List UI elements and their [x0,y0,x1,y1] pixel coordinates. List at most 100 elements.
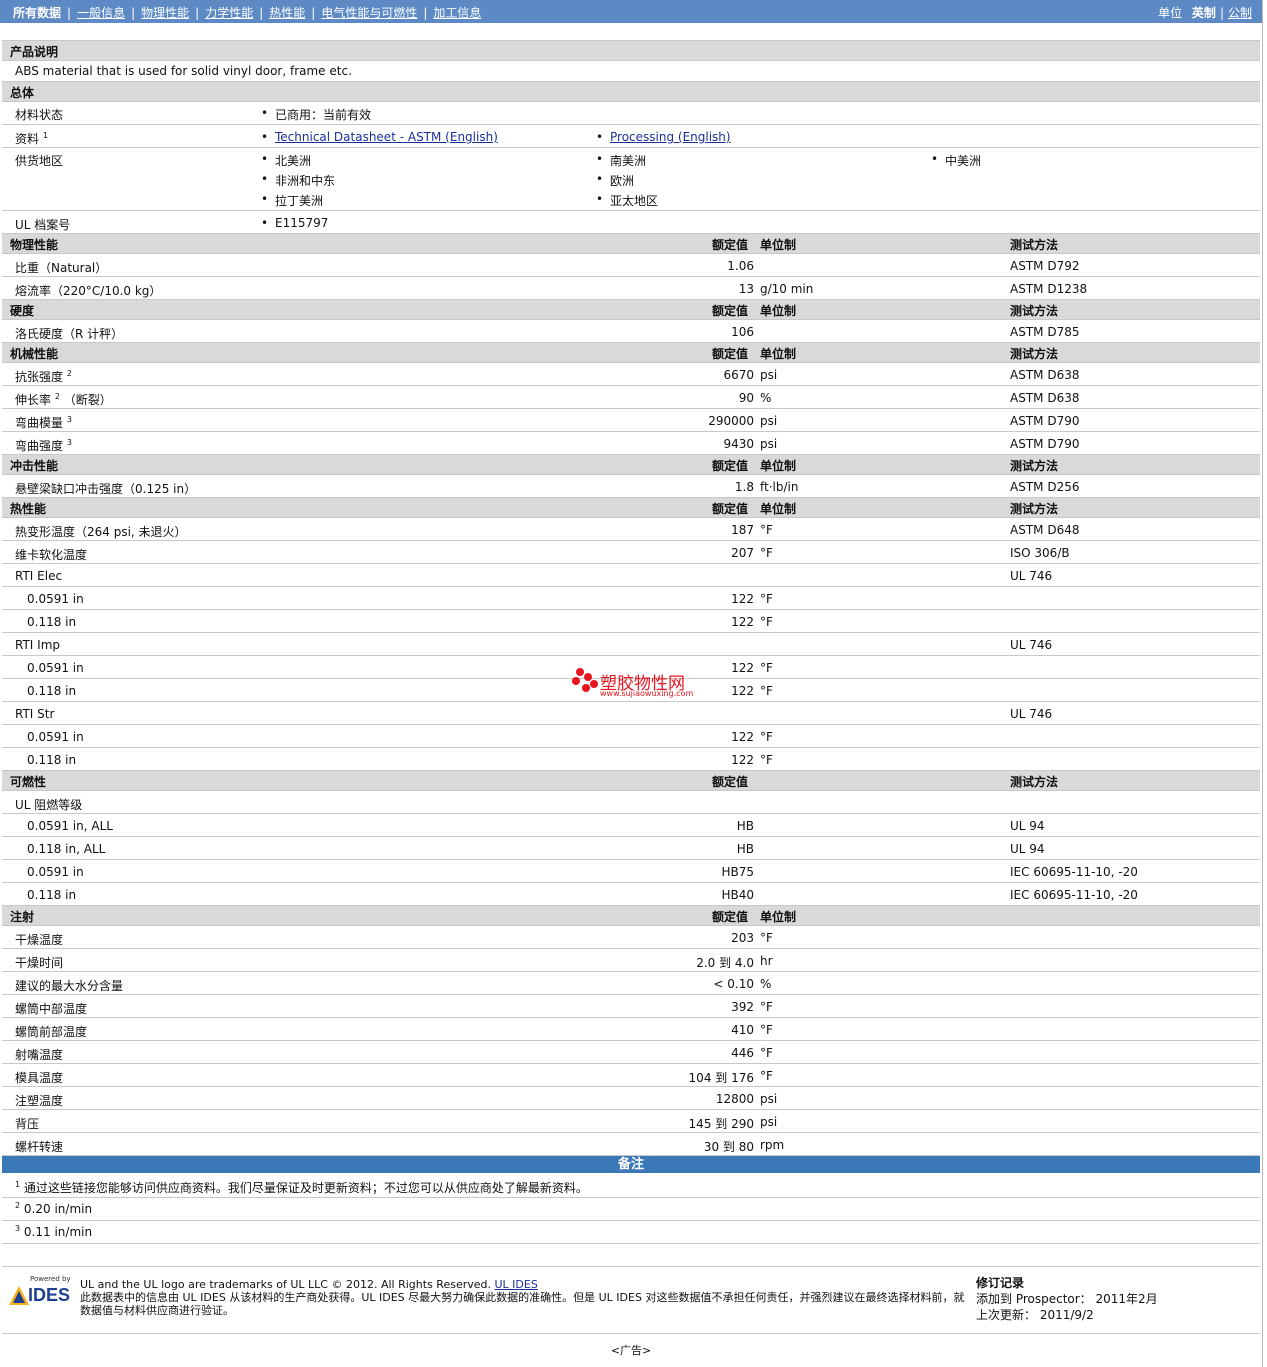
property-value: < 0.10 [713,977,754,991]
property-unit: °F [760,730,773,744]
footer: Powered by IDES UL and the UL logo are t… [2,1266,1260,1334]
property-row: 0.0591 in 122 °F [2,725,1260,748]
property-row: 热变形温度（264 psi, 未退火） 187 °F ASTM D648 [2,518,1260,541]
property-test-method: UL 94 [1010,842,1045,856]
region-item: 北美洲 [261,152,311,169]
property-test-method: ASTM D638 [1010,391,1080,405]
property-label: 注塑温度 [15,1094,64,1108]
nav-mechanical[interactable]: 力学性能 [205,6,253,20]
nav-links: 所有数据 | 一般信息 | 物理性能 | 力学性能 | 热性能 | 电气性能与可燃性 | 加工信息 [13,6,482,20]
property-value: 6670 [723,368,754,382]
doc-link-datasheet[interactable]: Technical Datasheet - ASTM (English) [261,130,498,144]
property-test-method: UL 746 [1010,638,1053,652]
ul-file-label: UL 档案号 [15,218,71,232]
property-label: 弯曲强度 3 [15,438,72,454]
property-label: 0.118 in [27,615,77,629]
property-value: 145 到 290 [688,1117,754,1131]
property-unit: psi [760,414,778,428]
property-test-method: ASTM D256 [1010,480,1080,494]
mechanical-section-header: 机械性能 额定值 单位制 测试方法 [2,343,1260,363]
column-header-unit: 单位制 [760,347,797,361]
product-desc: ABS material that is used for solid viny… [15,64,352,78]
column-header-test: 测试方法 [1010,459,1059,473]
property-value: 122 [731,753,754,767]
property-row: 干燥温度 203 °F [2,926,1260,949]
ul-ides-link[interactable]: UL IDES [495,1278,538,1291]
column-header-nominal: 额定值 [712,502,749,516]
property-row: RTI Str UL 746 [2,702,1260,725]
general-section-header: 总体 [2,82,1260,102]
property-label: 0.0591 in [27,865,84,879]
nav-processing[interactable]: 加工信息 [433,6,481,20]
doc-link-processing[interactable]: Processing (English) [596,130,731,144]
column-header-nominal: 额定值 [712,459,749,473]
region-item: 中美洲 [931,152,981,169]
nav-electrical[interactable]: 电气性能与可燃性 [321,6,417,20]
property-row: UL 阻燃等级 [2,791,1260,814]
section-title: 可燃性 [10,775,47,789]
column-header-nominal: 额定值 [712,238,749,252]
nav-general[interactable]: 一般信息 [77,6,125,20]
property-unit: psi [760,1092,778,1106]
column-header-unit: 单位制 [760,910,797,924]
property-row: 0.0591 in, ALL HB UL 94 [2,814,1260,837]
top-nav: 所有数据 | 一般信息 | 物理性能 | 力学性能 | 热性能 | 电气性能与可燃性 | 加工信息 单位… [0,0,1262,23]
property-value: 30 到 80 [703,1140,754,1154]
property-row: 0.118 in 122 °F [2,610,1260,633]
physical-section-header: 物理性能 额定值 单位制 测试方法 [2,234,1260,254]
property-label: 0.0591 in [27,730,84,744]
property-value: 106 [731,325,754,339]
section-title: 物理性能 [10,238,59,252]
ad-placeholder: <广告> [610,1344,652,1357]
property-label: 抗张强度 2 [15,369,72,385]
property-label: 建议的最大水分含量 [15,979,124,993]
property-row: 悬壁梁缺口冲击强度（0.125 in） 1.8 ft·lb/in ASTM D256 [2,475,1260,498]
property-label: 伸长率 2 （断裂） [15,392,112,408]
property-test-method: ASTM D790 [1010,437,1080,451]
column-header-unit: 单位制 [760,459,797,473]
property-unit: ft·lb/in [760,480,799,494]
unit-label: 单位 [1158,6,1183,20]
property-unit: °F [760,753,773,767]
property-unit: °F [760,615,773,629]
property-row: 背压 145 到 290 psi [2,1110,1260,1133]
unit-metric[interactable]: 公制 [1228,6,1252,20]
property-test-method: IEC 60695-11-10, -20 [1010,865,1138,879]
column-header-test: 测试方法 [1010,347,1059,361]
column-header-nominal: 额定值 [712,347,749,361]
property-unit: °F [760,661,773,675]
nav-thermal[interactable]: 热性能 [269,6,305,20]
region-item: 拉丁美洲 [261,192,323,209]
property-label: 0.0591 in, ALL [27,819,113,833]
property-value: 122 [731,684,754,698]
property-row: RTI Imp UL 746 [2,633,1260,656]
ul-file-row: UL 档案号 E115797 [2,211,1260,234]
property-label: 弯曲模量 3 [15,415,72,431]
ides-logo: Powered by IDES [8,1275,72,1311]
impact-section-header: 冲击性能 额定值 单位制 测试方法 [2,455,1260,475]
property-row: RTI Elec UL 746 [2,564,1260,587]
property-label: 维卡软化温度 [15,548,88,562]
nav-all-data[interactable]: 所有数据 [13,6,61,20]
property-test-method: ASTM D638 [1010,368,1080,382]
ul-file-value: E115797 [261,216,328,230]
property-row: 螺筒前部温度 410 °F [2,1018,1260,1041]
property-row: 维卡软化温度 207 °F ISO 306/B [2,541,1260,564]
nav-physical[interactable]: 物理性能 [141,6,189,20]
property-value: 12800 [715,1092,754,1106]
property-row: 射嘴温度 446 °F [2,1041,1260,1064]
property-row: 弯曲模量 3 290000 psi ASTM D790 [2,409,1260,432]
property-value: 1.8 [734,480,754,494]
property-unit: rpm [760,1138,785,1152]
property-test-method: ISO 306/B [1010,546,1070,560]
flammability-section-header: 可燃性 额定值 测试方法 [2,771,1260,791]
property-label: 干燥温度 [15,933,64,947]
property-row: 螺杆转速 30 到 80 rpm [2,1133,1260,1156]
property-test-method: UL 746 [1010,707,1053,721]
property-label: 0.118 in [27,684,77,698]
unit-imperial[interactable]: 英制 [1192,6,1216,20]
property-value: 207 [731,546,754,560]
property-label: RTI Elec [15,569,63,583]
note-row: 3 0.11 in/min [2,1221,1260,1244]
property-unit: °F [760,931,773,945]
